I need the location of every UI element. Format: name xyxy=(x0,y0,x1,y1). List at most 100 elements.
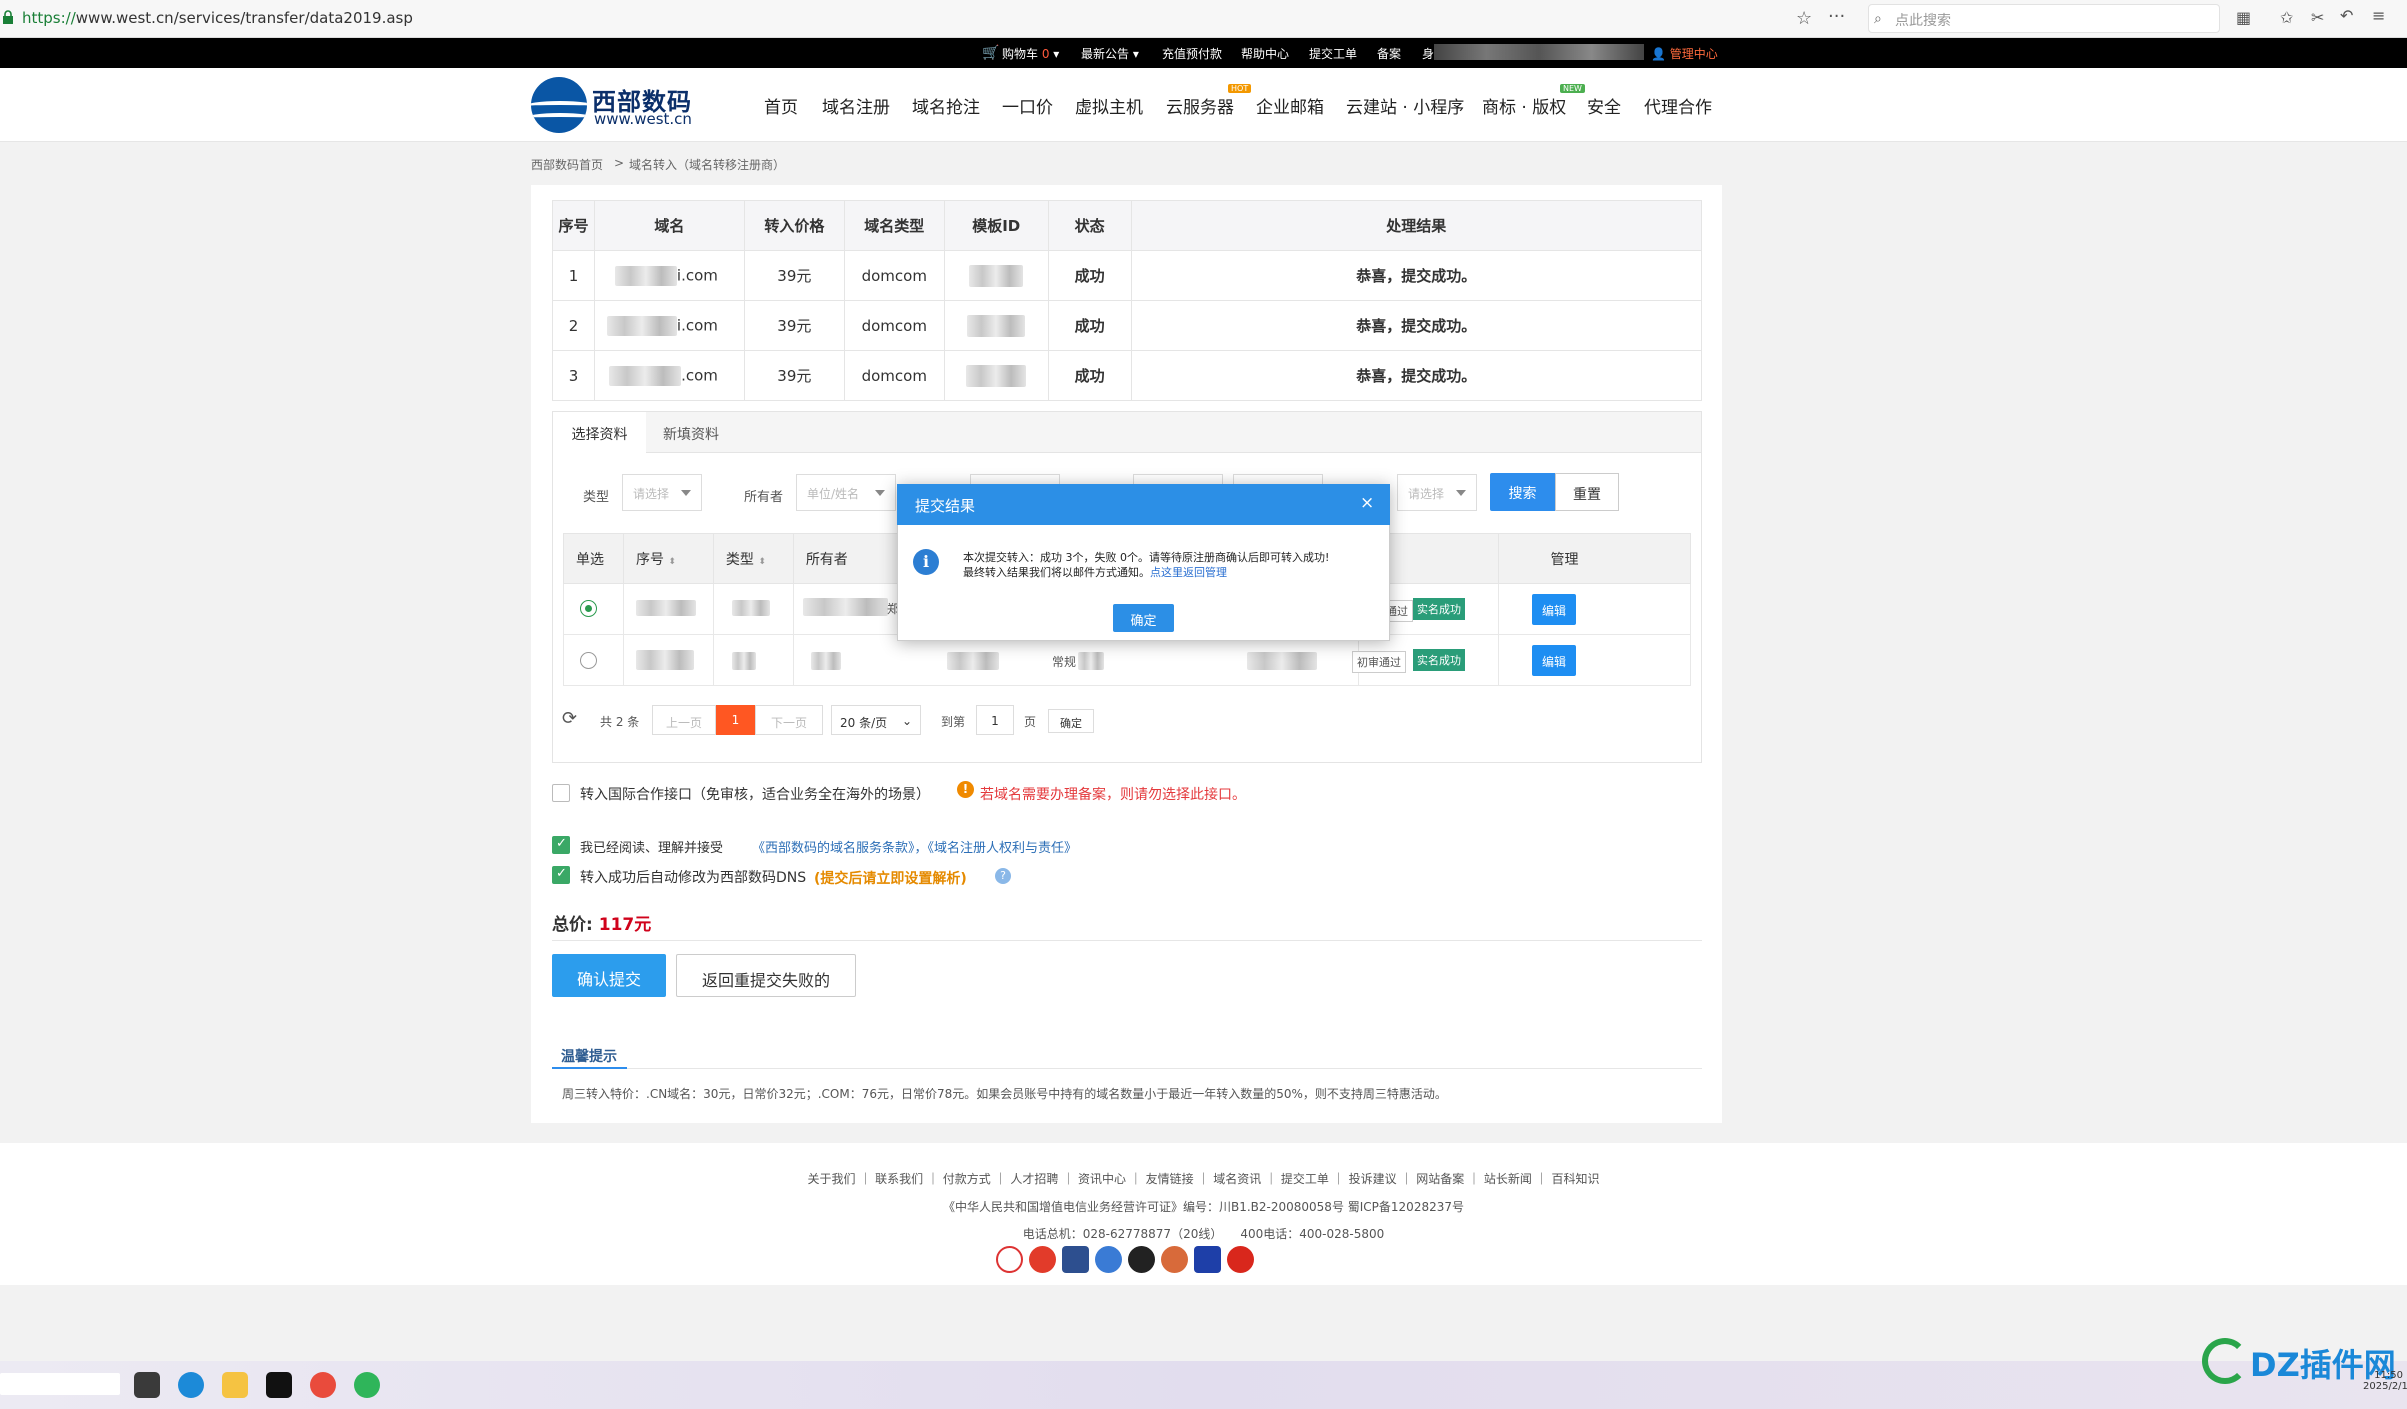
logo-domain: www.west.cn xyxy=(594,110,692,128)
admin-link[interactable]: 👤 管理中心 xyxy=(1651,45,1718,62)
pager-prev[interactable]: 上一页 xyxy=(652,705,716,735)
nav-trademark[interactable]: 商标 · 版权 xyxy=(1482,93,1566,118)
filter-status-select[interactable]: 请选择 xyxy=(1397,474,1477,511)
wechat-icon[interactable] xyxy=(354,1372,380,1398)
back-to-manage-link[interactable]: 点这里返回管理 xyxy=(1150,566,1227,579)
edit-button[interactable]: 编辑 xyxy=(1532,645,1576,676)
redacted xyxy=(636,600,696,616)
officer-icon[interactable] xyxy=(1095,1246,1122,1273)
redacted xyxy=(947,652,999,670)
row-radio-selected[interactable] xyxy=(580,600,597,617)
cyber-police-icon[interactable] xyxy=(1062,1246,1089,1273)
beian-link[interactable]: 备案 xyxy=(1377,45,1401,62)
edge-icon[interactable] xyxy=(178,1372,204,1398)
intl-checkbox[interactable] xyxy=(552,784,570,802)
trust-badge-icon[interactable] xyxy=(996,1246,1023,1273)
nav-home[interactable]: 首页 xyxy=(764,93,798,118)
row-result: 恭喜，提交成功。 xyxy=(1130,300,1703,351)
nav-site-builder[interactable]: 云建站 · 小程序 xyxy=(1346,93,1464,118)
pager-current[interactable]: 1 xyxy=(716,705,755,735)
breadcrumb-home[interactable]: 西部数码首页 xyxy=(531,156,603,173)
menu-icon[interactable]: ≡ xyxy=(2372,6,2385,25)
redacted xyxy=(614,265,677,286)
tab-select-info[interactable]: 选择资料 xyxy=(553,412,646,454)
pager-ok-button[interactable]: 确定 xyxy=(1048,709,1094,733)
chrome-icon[interactable] xyxy=(310,1372,336,1398)
redacted xyxy=(967,314,1026,337)
redacted xyxy=(1078,652,1104,670)
nav-domain-snap[interactable]: 域名抢注 xyxy=(912,93,980,118)
notice-link[interactable]: 最新公告 ▾ xyxy=(1081,45,1139,62)
col-result: 处理结果 xyxy=(1130,200,1703,251)
dialog-message-line1: 本次提交转入：成功 3个，失败 0个。请等待原注册商确认后即可转入成功! xyxy=(963,551,1330,564)
nav-fixed-price[interactable]: 一口价 xyxy=(1002,93,1053,118)
search-button[interactable]: 搜索 xyxy=(1490,473,1555,511)
edit-button[interactable]: 编辑 xyxy=(1532,594,1576,625)
agree-terms-link[interactable]: 《西部数码的域名服务条款》，《域名注册人权利与责任》 xyxy=(752,837,1077,856)
filter-type-select[interactable]: 请选择 xyxy=(622,474,702,511)
filter-owner-input[interactable]: 单位/姓名 xyxy=(796,474,896,511)
agree-checkbox[interactable] xyxy=(552,836,570,854)
nav-cloud-server[interactable]: 云服务器 xyxy=(1166,93,1234,118)
reset-button[interactable]: 重置 xyxy=(1555,473,1619,511)
nav-mail[interactable]: 企业邮箱 xyxy=(1256,93,1324,118)
tab-new-info[interactable]: 新填资料 xyxy=(663,424,719,444)
tips-text: 周三转入特价：.CN域名：30元，日常价32元；.COM：76元，日常价78元。… xyxy=(562,1087,1447,1101)
dialog-title: 提交结果 xyxy=(915,497,976,515)
qq-icon[interactable] xyxy=(1128,1246,1155,1273)
domain-suffix: .com xyxy=(681,366,718,384)
pager-goto-input[interactable]: 1 xyxy=(976,705,1014,735)
row-domain: i.com xyxy=(593,300,745,351)
browser-search-input[interactable]: 点此搜索 xyxy=(1868,4,2220,33)
emblem-icon[interactable] xyxy=(1227,1246,1254,1273)
star-icon[interactable]: ☆ xyxy=(1796,8,1812,29)
tiktok-icon[interactable] xyxy=(266,1372,292,1398)
confirm-submit-button[interactable]: 确认提交 xyxy=(552,954,666,997)
pager-size-select[interactable]: 20 条/页 ⌄ xyxy=(831,705,921,735)
col-template-id: 模板ID xyxy=(943,200,1049,251)
folder-icon[interactable] xyxy=(222,1372,248,1398)
footer-links[interactable]: 关于我们 ｜ 联系我们 ｜ 付款方式 ｜ 人才招聘 ｜ 资讯中心 ｜ 友情链接 … xyxy=(0,1170,2407,1187)
row-type: domcom xyxy=(843,250,945,301)
undo-icon[interactable]: ↶ xyxy=(2340,6,2353,25)
close-icon[interactable]: × xyxy=(1360,493,1374,513)
police-badge-icon[interactable] xyxy=(1029,1246,1056,1273)
help-link[interactable]: 帮助中心 xyxy=(1241,45,1289,62)
help-icon[interactable]: ? xyxy=(995,868,1011,884)
taskbar-search[interactable] xyxy=(0,1373,120,1395)
resubmit-failed-button[interactable]: 返回重提交失败的 xyxy=(676,954,856,997)
breadcrumb-current: 域名转入（域名转移注册商） xyxy=(629,158,786,172)
pager-total: 共 2 条 xyxy=(600,715,640,729)
id-link[interactable]: 身 xyxy=(1422,45,1434,62)
address-bar[interactable]: https://www.west.cn/services/transfer/da… xyxy=(22,9,413,27)
contact-kind: 常规 xyxy=(1052,655,1077,669)
nav-agent[interactable]: 代理合作 xyxy=(1644,93,1712,118)
row-type: domcom xyxy=(843,350,945,401)
more-icon[interactable]: ··· xyxy=(1828,6,1845,27)
row-radio[interactable] xyxy=(580,652,597,669)
redacted xyxy=(636,650,694,670)
dns-checkbox[interactable] xyxy=(552,866,570,884)
people-icon[interactable] xyxy=(1161,1246,1188,1273)
nav-domain-register[interactable]: 域名注册 xyxy=(822,93,890,118)
dialog-ok-button[interactable]: 确定 xyxy=(1113,604,1174,632)
tools-icon[interactable]: ✂ xyxy=(2311,8,2324,27)
filter-owner-label: 所有者 xyxy=(744,490,784,505)
nav-virtual-host[interactable]: 虚拟主机 xyxy=(1075,93,1143,118)
taskview-icon[interactable] xyxy=(134,1372,160,1398)
url-scheme: https:// xyxy=(22,9,76,27)
row-no: 3 xyxy=(552,350,595,401)
recharge-link[interactable]: 充值预付款 xyxy=(1162,45,1222,62)
col-type[interactable]: 类型 ⬍ xyxy=(712,533,794,584)
refresh-icon[interactable]: ⟳ xyxy=(562,708,577,729)
favorites-icon[interactable]: ✩ xyxy=(2280,8,2293,27)
col-no[interactable]: 序号 ⬍ xyxy=(622,533,714,584)
cart-link[interactable]: 购物车 0 ▾ xyxy=(1002,45,1059,62)
pager-next[interactable]: 下一页 xyxy=(755,705,823,735)
apps-icon[interactable]: ▦ xyxy=(2236,8,2251,27)
tab-bar xyxy=(552,411,1702,453)
shield-badge-icon[interactable] xyxy=(1194,1246,1221,1273)
nav-security[interactable]: 安全 xyxy=(1587,93,1621,118)
row-domain: .com xyxy=(593,350,745,401)
ticket-link[interactable]: 提交工单 xyxy=(1309,45,1357,62)
